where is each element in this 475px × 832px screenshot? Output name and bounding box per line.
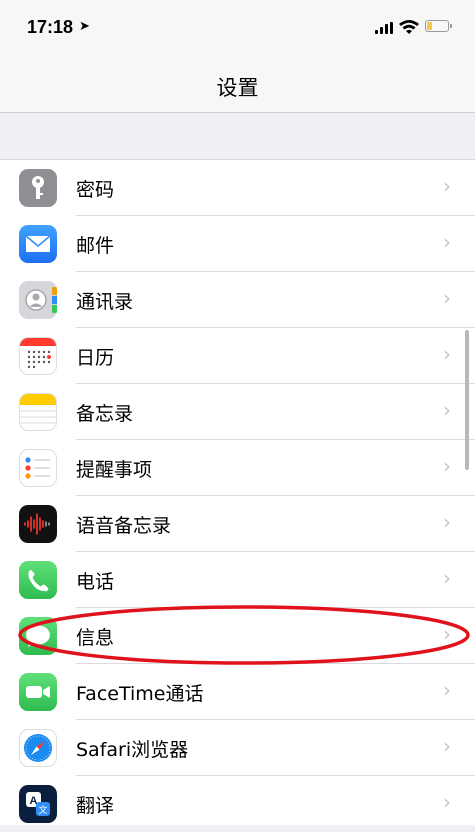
contacts-icon [19, 281, 57, 319]
settings-item-mail[interactable]: 邮件 › [0, 216, 475, 272]
chevron-right-icon: › [443, 286, 451, 310]
facetime-icon [19, 673, 57, 711]
settings-item-facetime[interactable]: FaceTime通话 › [0, 664, 475, 720]
settings-item-label: 日历 [76, 347, 115, 369]
status-bar: 17:18 ➤ [0, 0, 475, 56]
safari-icon [19, 729, 57, 767]
wifi-icon [399, 20, 419, 34]
settings-item-phone[interactable]: 电话 › [0, 552, 475, 608]
calendar-icon [19, 337, 57, 375]
settings-item-label: Safari浏览器 [76, 739, 189, 761]
cellular-signal-icon [375, 22, 393, 34]
settings-item-label: 信息 [76, 627, 115, 649]
settings-item-label: 电话 [76, 571, 115, 593]
chevron-right-icon: › [443, 678, 451, 702]
page-title: 设置 [216, 76, 259, 100]
settings-item-label: 翻译 [76, 795, 115, 817]
settings-item-reminders[interactable]: 提醒事项 › [0, 440, 475, 496]
settings-item-label: 邮件 [76, 235, 115, 257]
voice-memos-icon [19, 505, 57, 543]
settings-item-messages[interactable]: 信息 › [0, 608, 475, 664]
scrollbar[interactable] [465, 330, 469, 470]
navigation-bar: 设置 [0, 56, 475, 113]
settings-item-contacts[interactable]: 通讯录 › [0, 272, 475, 328]
chevron-right-icon: › [443, 342, 451, 366]
svg-text:文: 文 [38, 804, 47, 816]
notes-icon [19, 393, 57, 431]
settings-item-notes[interactable]: 备忘录 › [0, 384, 475, 440]
settings-item-label: 备忘录 [76, 403, 134, 425]
chevron-right-icon: › [443, 454, 451, 478]
chevron-right-icon: › [443, 230, 451, 254]
chevron-right-icon: › [443, 734, 451, 758]
phone-icon [19, 561, 57, 599]
chevron-right-icon: › [443, 790, 451, 814]
settings-item-label: 提醒事项 [76, 459, 153, 481]
location-arrow-icon: ➤ [79, 19, 90, 34]
settings-item-passwords[interactable]: 密码 › [0, 160, 475, 216]
status-time: 17:18 [27, 17, 74, 37]
settings-item-label: 语音备忘录 [76, 515, 172, 537]
settings-item-label: 通讯录 [76, 291, 134, 313]
translate-icon: A 文 [19, 785, 57, 823]
key-icon [19, 169, 57, 207]
chevron-right-icon: › [443, 622, 451, 646]
chevron-right-icon: › [443, 510, 451, 534]
battery-icon [425, 20, 452, 32]
mail-icon [19, 225, 57, 263]
settings-item-calendar[interactable]: 日历 › [0, 328, 475, 384]
chevron-right-icon: › [443, 174, 451, 198]
reminders-icon [19, 449, 57, 487]
chevron-right-icon: › [443, 398, 451, 422]
messages-icon [19, 617, 57, 655]
settings-item-safari[interactable]: Safari浏览器 › [0, 720, 475, 776]
settings-item-voice-memos[interactable]: 语音备忘录 › [0, 496, 475, 552]
chevron-right-icon: › [443, 566, 451, 590]
settings-item-label: 密码 [76, 179, 115, 201]
settings-item-label: FaceTime通话 [76, 683, 204, 705]
settings-list: 密码 › 邮件 › 通讯录 › 日历 › 备忘录 › 提醒事项 › 语音备忘录 … [0, 159, 475, 825]
